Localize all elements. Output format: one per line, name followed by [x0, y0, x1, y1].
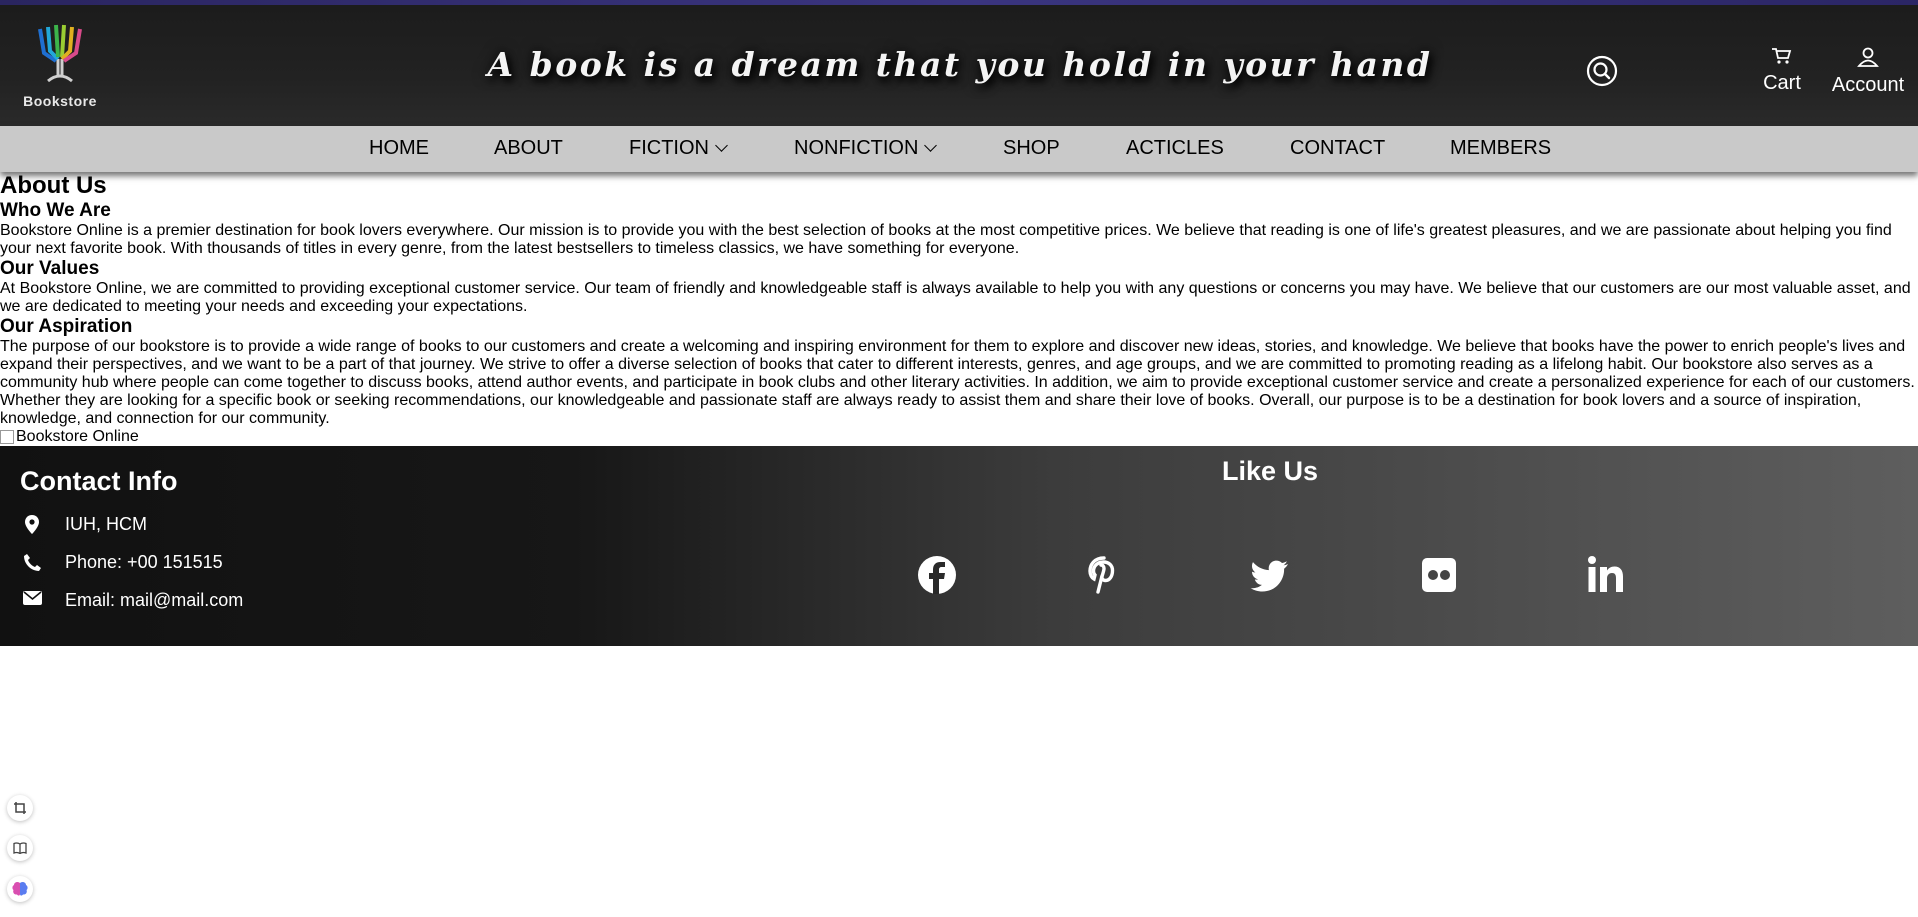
broken-image-icon: [0, 430, 14, 444]
nav-shop[interactable]: SHOP: [1003, 136, 1060, 160]
cart-label: Cart: [1763, 72, 1801, 94]
cart-icon: [1772, 48, 1792, 64]
section-heading: Our Values: [0, 258, 100, 279]
ai-tool-button[interactable]: [7, 876, 33, 902]
nav-label: CONTACT: [1290, 137, 1386, 159]
reader-tool-button[interactable]: [7, 835, 33, 861]
contact-title: Contact Info: [20, 466, 178, 496]
phone-icon: [20, 553, 44, 573]
linkedin-icon: [1588, 556, 1623, 592]
site-header: Bookstore A book is a dream that you hol…: [0, 5, 1918, 126]
broken-image: Bookstore Online: [0, 428, 1918, 446]
nav-home[interactable]: HOME: [369, 136, 429, 160]
nav-label: MEMBERS: [1450, 137, 1552, 159]
phone-text: Phone: +00 151515: [65, 552, 223, 572]
twitter-icon: [1250, 560, 1288, 592]
tree-logo-icon: [38, 24, 82, 83]
section-body: Bookstore Online is a premier destinatio…: [0, 222, 1892, 257]
like-us-title: Like Us: [1222, 456, 1319, 486]
nav-label: NONFICTION: [794, 137, 919, 159]
nav-articles[interactable]: ACTICLES: [1126, 136, 1224, 160]
page-title: About Us: [0, 172, 107, 199]
book-icon: [13, 842, 27, 854]
nav-members[interactable]: MEMBERS: [1450, 136, 1551, 160]
contact-email: Email: mail@mail.com: [20, 590, 243, 611]
pinterest-icon: [1088, 556, 1115, 594]
search-button[interactable]: [1586, 55, 1618, 87]
twitter-link[interactable]: [1250, 554, 1292, 596]
flickr-icon: [1422, 558, 1456, 592]
nav-contact[interactable]: CONTACT: [1290, 136, 1385, 160]
account-label: Account: [1831, 74, 1905, 96]
envelope-icon: [20, 590, 44, 611]
header-tagline: A book is a dream that you hold in your …: [487, 45, 1433, 84]
map-pin-icon: [20, 514, 44, 535]
cart-button[interactable]: Cart: [1752, 47, 1812, 95]
site-footer: Contact Info IUH, HCM Phone: +00 151515 …: [0, 446, 1918, 646]
nav-nonfiction[interactable]: NONFICTION: [794, 136, 938, 160]
section-heading: Who We Are: [0, 200, 111, 221]
brand-name: Bookstore: [23, 93, 97, 109]
section-body: At Bookstore Online, we are committed to…: [0, 280, 1911, 315]
nav-fiction[interactable]: FICTION: [629, 136, 728, 160]
facebook-link[interactable]: [916, 554, 958, 596]
nav-about[interactable]: ABOUT: [494, 136, 563, 160]
contact-address: IUH, HCM: [20, 514, 147, 535]
chevron-down-icon: [924, 139, 938, 152]
about-content: About Us Who We Are Bookstore Online is …: [0, 172, 1918, 446]
pinterest-link[interactable]: [1083, 554, 1125, 596]
crop-tool-button[interactable]: [7, 795, 33, 821]
chevron-down-icon: [715, 139, 728, 152]
facebook-icon: [918, 556, 956, 594]
crop-icon: [14, 802, 26, 814]
section-body: The purpose of our bookstore is to provi…: [0, 338, 1915, 427]
nav-label: FICTION: [629, 137, 709, 159]
brand-logo[interactable]: Bookstore: [22, 23, 98, 113]
image-alt-text: Bookstore Online: [16, 428, 139, 445]
brain-icon: [12, 881, 28, 896]
main-nav: HOME ABOUT FICTION NONFICTION SHOP ACTIC…: [0, 126, 1918, 172]
nav-label: HOME: [369, 137, 429, 159]
linkedin-link[interactable]: [1585, 554, 1627, 596]
address-text: IUH, HCM: [65, 514, 147, 534]
email-text: Email: mail@mail.com: [65, 590, 244, 610]
nav-label: ABOUT: [494, 137, 563, 159]
account-button[interactable]: Account: [1826, 47, 1910, 96]
user-icon: [1857, 47, 1879, 67]
flickr-link[interactable]: [1418, 554, 1460, 596]
search-icon: [1586, 55, 1618, 87]
nav-label: ACTICLES: [1126, 137, 1224, 159]
contact-phone: Phone: +00 151515: [20, 552, 223, 573]
nav-label: SHOP: [1003, 137, 1060, 159]
section-heading: Our Aspiration: [0, 316, 133, 337]
